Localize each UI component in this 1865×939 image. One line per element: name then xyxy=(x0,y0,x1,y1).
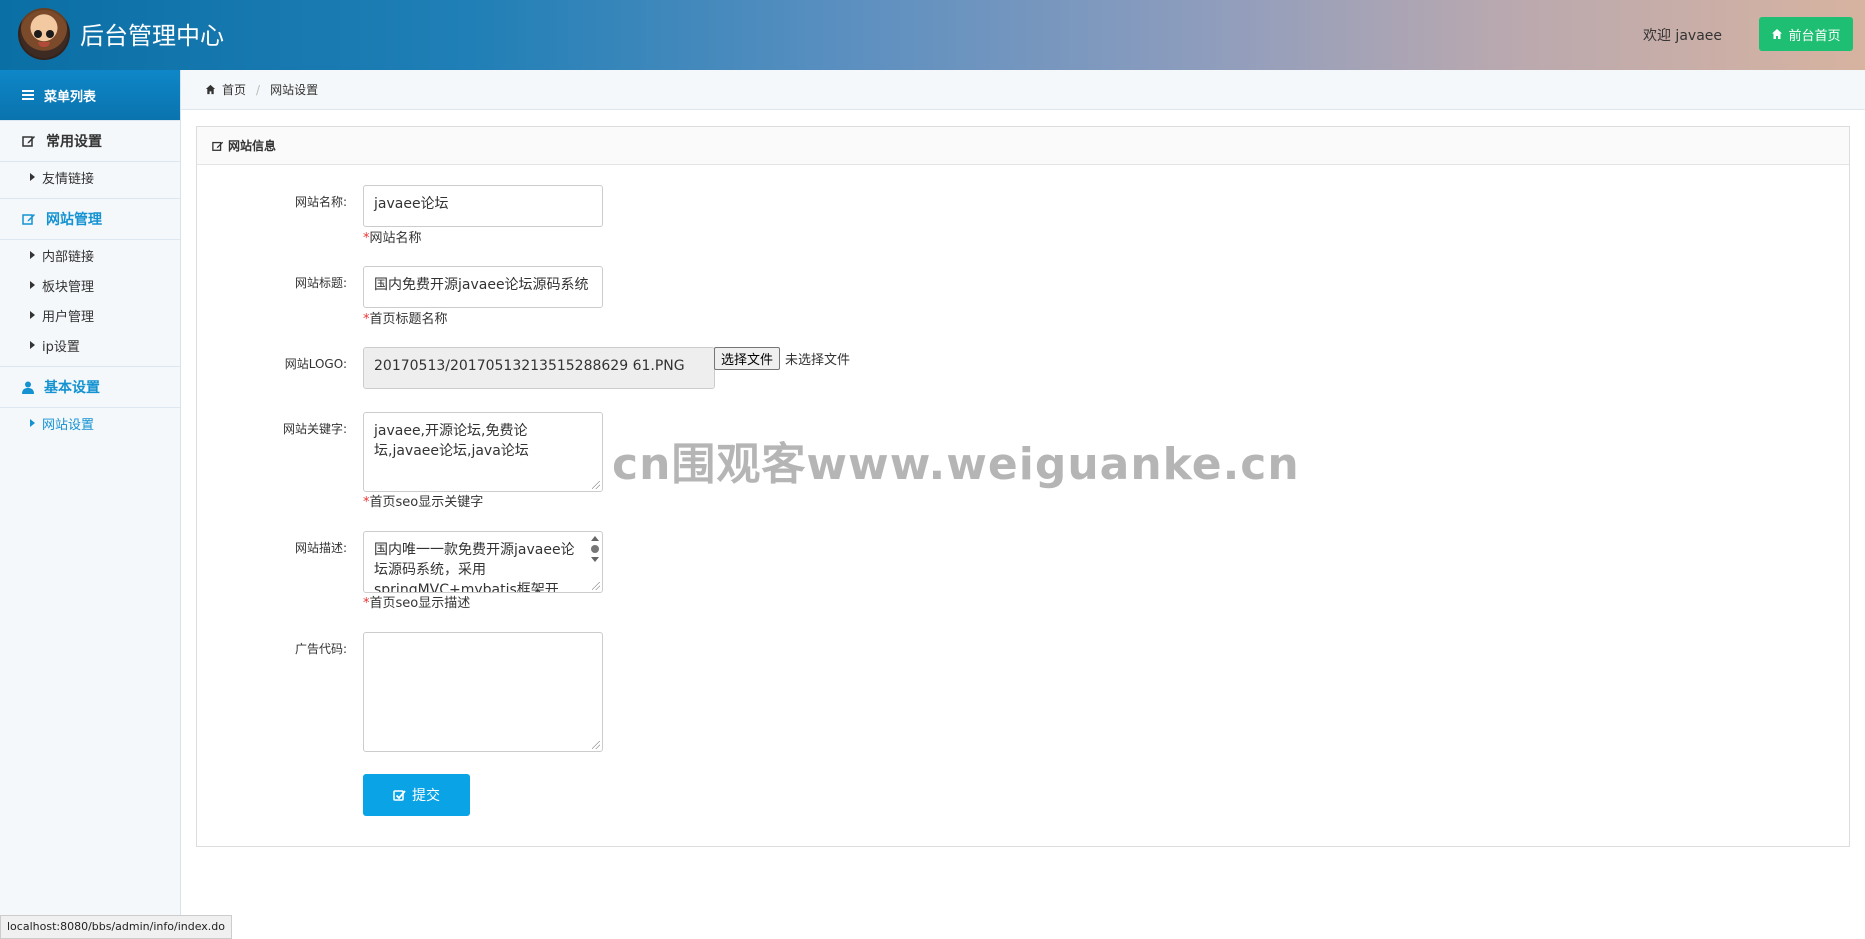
home-icon xyxy=(205,84,216,95)
check-square-icon xyxy=(393,789,406,801)
caret-right-icon xyxy=(30,281,35,289)
description-text: 国内唯一一款免费开源javaee论坛源码系统，采用springMVC+mybat… xyxy=(374,542,575,593)
keywords-hint: *首页seo显示关键字 xyxy=(363,495,484,510)
resize-handle[interactable] xyxy=(592,481,600,489)
panel-title: 网站信息 xyxy=(228,139,277,153)
breadcrumb-separator: / xyxy=(256,82,261,97)
sidebar-menu-title: 菜单列表 xyxy=(44,89,97,105)
sidebar-group-site-management[interactable]: 网站管理 xyxy=(0,198,180,240)
sidebar-item-internal-links[interactable]: 内部链接 xyxy=(0,240,180,270)
sidebar-item-label: 友情链接 xyxy=(42,171,95,187)
sidebar-item-label: 板块管理 xyxy=(42,279,95,295)
site-title-label: 网站标题: xyxy=(294,276,347,290)
description-hint: *首页seo显示描述 xyxy=(363,596,471,611)
sidebar-menu-header: 菜单列表 xyxy=(0,70,180,120)
ad-code-textarea[interactable] xyxy=(363,632,603,752)
status-url: localhost:8080/bbs/admin/info/index.do xyxy=(0,915,232,939)
sidebar-item-board-management[interactable]: 板块管理 xyxy=(0,270,180,300)
sidebar-item-label: 网站设置 xyxy=(42,417,95,433)
breadcrumb-home-link[interactable]: 首页 xyxy=(222,81,246,98)
sidebar-group-label: 网站管理 xyxy=(46,212,102,228)
app-title: 后台管理中心 xyxy=(80,22,224,50)
site-title-hint: *首页标题名称 xyxy=(363,312,448,327)
edit-icon xyxy=(212,141,224,151)
breadcrumb-current: 网站设置 xyxy=(270,83,319,97)
site-name-label: 网站名称: xyxy=(294,195,347,209)
site-logo-path-input: 20170513/20170513213515288629 61.PNG xyxy=(363,347,715,389)
caret-right-icon xyxy=(30,419,35,427)
sidebar-item-site-settings[interactable]: 网站设置 xyxy=(0,408,180,438)
welcome-text: 欢迎 javaee xyxy=(1642,28,1722,44)
sidebar-item-label: 内部链接 xyxy=(42,249,95,265)
home-icon xyxy=(1772,29,1783,39)
sidebar: 菜单列表 常用设置 友情链接 网站管理 内部链接 板块管理 用户管理 ip设置 … xyxy=(0,70,181,937)
sidebar-item-label: ip设置 xyxy=(42,339,80,355)
description-scrollbar[interactable] xyxy=(590,536,600,582)
sidebar-group-label: 常用设置 xyxy=(46,134,102,150)
edit-icon xyxy=(22,214,35,225)
sidebar-item-label: 用户管理 xyxy=(42,309,95,325)
description-label: 网站描述: xyxy=(294,541,347,555)
resize-handle[interactable] xyxy=(592,741,600,749)
sidebar-item-ip-settings[interactable]: ip设置 xyxy=(0,330,180,360)
sidebar-group-common[interactable]: 常用设置 xyxy=(0,120,180,162)
list-icon xyxy=(22,90,34,100)
caret-right-icon xyxy=(30,311,35,319)
sidebar-group-basic-settings[interactable]: 基本设置 xyxy=(0,366,180,408)
admin-avatar xyxy=(18,8,70,60)
choose-file-button[interactable]: 选择文件 xyxy=(714,347,781,370)
site-name-hint: *网站名称 xyxy=(363,231,422,246)
submit-button[interactable]: 提交 xyxy=(363,774,470,816)
keywords-textarea[interactable]: javaee,开源论坛,免费论坛,javaee论坛,java论坛 xyxy=(363,412,603,492)
sidebar-item-friend-links[interactable]: 友情链接 xyxy=(0,162,180,192)
panel-header: 网站信息 xyxy=(197,127,1849,165)
site-name-input[interactable]: javaee论坛 xyxy=(363,185,603,227)
top-header: 后台管理中心 欢迎 javaee 前台首页 xyxy=(0,0,1865,70)
frontend-home-label: 前台首页 xyxy=(1788,28,1841,44)
resize-handle[interactable] xyxy=(592,582,600,590)
keywords-label: 网站关键字: xyxy=(282,422,347,436)
site-title-input[interactable]: 国内免费开源javaee论坛源码系统 xyxy=(363,266,603,308)
sidebar-item-user-management[interactable]: 用户管理 xyxy=(0,300,180,330)
watermark-text: cn围观客www.weiguanke.cn xyxy=(612,439,1300,490)
site-logo-label: 网站LOGO: xyxy=(284,357,347,371)
ad-code-label: 广告代码: xyxy=(294,642,347,656)
no-file-chosen-text: 未选择文件 xyxy=(785,353,851,368)
frontend-home-button[interactable]: 前台首页 xyxy=(1759,17,1853,51)
description-textarea[interactable]: 国内唯一一款免费开源javaee论坛源码系统，采用springMVC+mybat… xyxy=(363,531,603,593)
breadcrumb: 首页 / 网站设置 xyxy=(181,70,1865,110)
sidebar-group-label: 基本设置 xyxy=(44,380,100,396)
caret-right-icon xyxy=(30,251,35,259)
user-icon xyxy=(22,381,34,394)
keywords-text: javaee,开源论坛,免费论坛,javaee论坛,java论坛 xyxy=(374,423,529,459)
edit-icon xyxy=(22,136,35,147)
caret-right-icon xyxy=(30,341,35,349)
submit-label: 提交 xyxy=(412,788,440,804)
caret-right-icon xyxy=(30,173,35,181)
